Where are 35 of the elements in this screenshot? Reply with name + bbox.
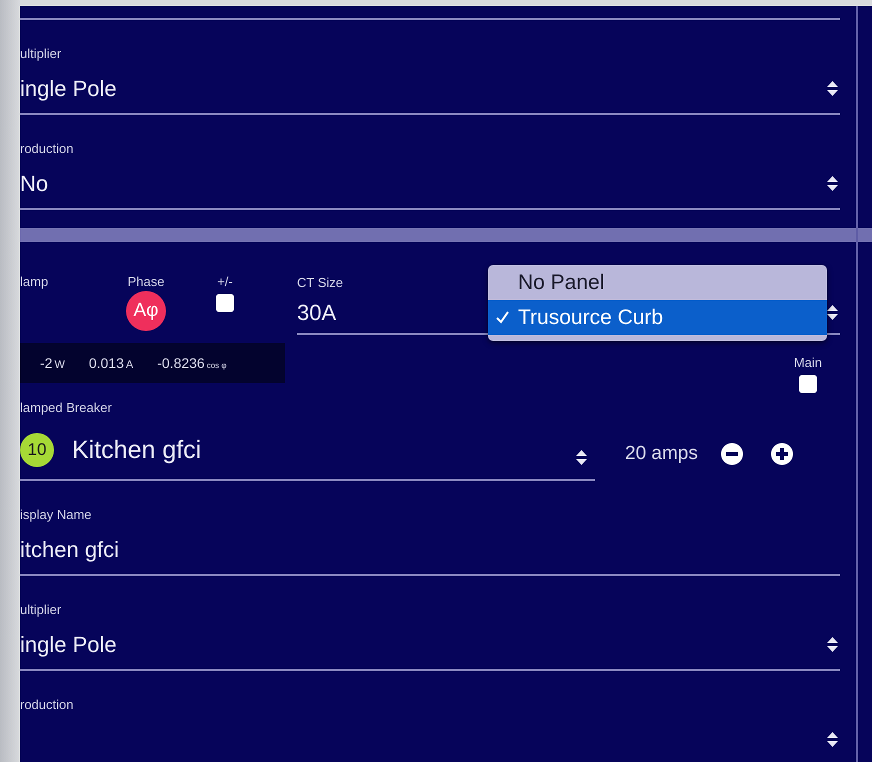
checkbox[interactable]: [798, 375, 817, 393]
reading: 0.013 A: [88, 355, 134, 371]
field-label: lamp: [20, 274, 48, 289]
field-label: ultiplier: [20, 602, 62, 619]
menu-option[interactable]: Trusource Curb: [488, 300, 827, 335]
checkmark-icon: [496, 311, 509, 324]
select-field[interactable]: 10 Kitchen gfci: [20, 421, 595, 481]
field-label: Main: [794, 355, 822, 370]
minus-button[interactable]: [720, 442, 744, 466]
amps-label: 20 amps: [625, 443, 698, 465]
field-label: isplay Name: [20, 507, 92, 524]
reading: -0.8236 cos φ: [157, 355, 227, 371]
field-label: roduction: [20, 141, 74, 158]
select-field[interactable]: No: [20, 159, 840, 210]
reading: -2 W: [40, 355, 65, 371]
select-field[interactable]: ingle Pole: [20, 64, 840, 115]
select-arrows-icon: [827, 305, 838, 320]
field-label: +/-: [217, 274, 233, 289]
select-field[interactable]: ingle Pole: [20, 620, 840, 671]
select-arrows-icon: [827, 81, 838, 96]
checkbox[interactable]: [216, 294, 234, 312]
field-label: ultiplier: [20, 46, 62, 63]
phase-badge[interactable]: Aφ: [126, 291, 166, 331]
select-arrows-icon: [576, 450, 587, 464]
select-arrows-icon: [827, 176, 838, 191]
field-label: Phase: [128, 274, 164, 289]
breaker-number-badge: 10: [20, 433, 54, 467]
field-label: roduction: [20, 697, 74, 714]
select-arrows-icon: [827, 732, 838, 747]
menu-option[interactable]: No Panel: [488, 265, 827, 300]
text-field[interactable]: itchen gfci: [20, 525, 840, 576]
field-label: lamped Breaker: [20, 400, 112, 415]
field-label: CT Size: [297, 275, 343, 290]
plus-button[interactable]: [770, 442, 794, 466]
select-arrows-icon: [827, 637, 838, 652]
